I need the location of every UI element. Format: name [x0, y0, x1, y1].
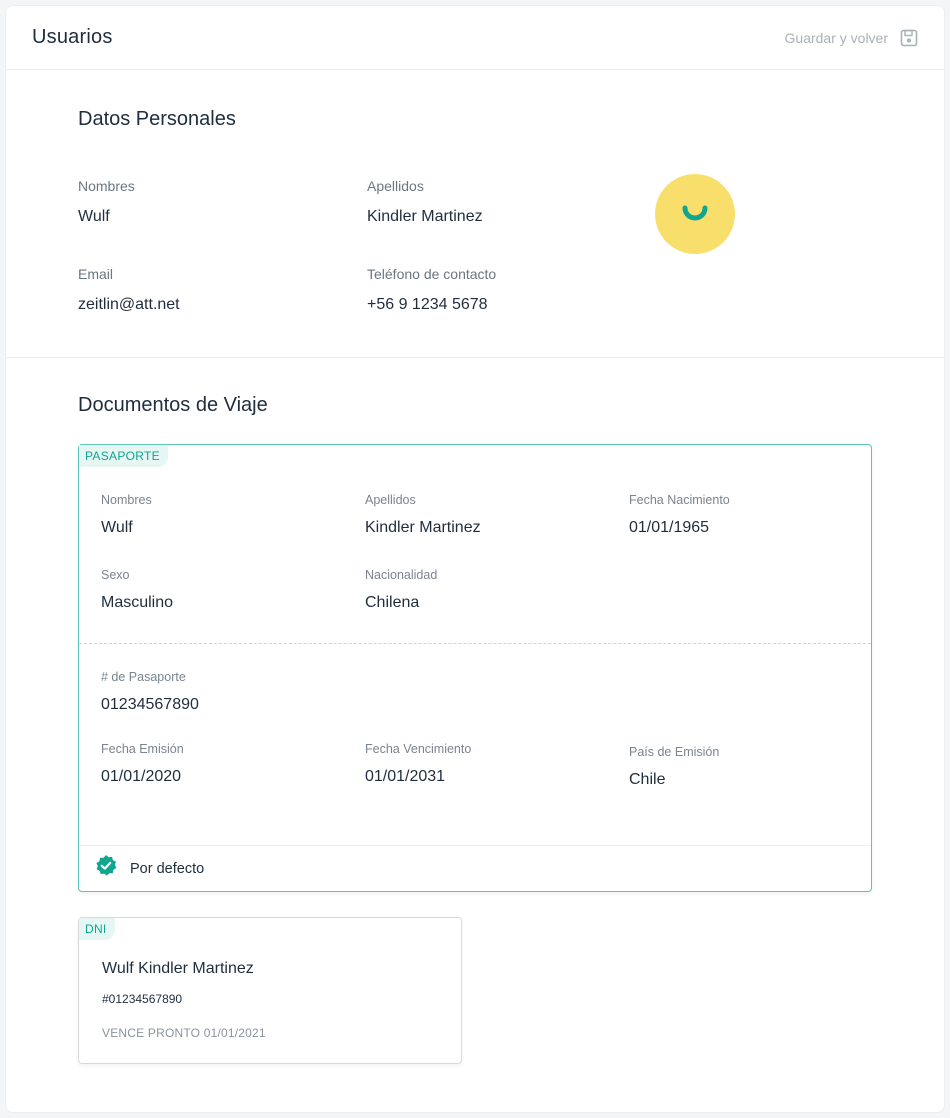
passport-expiry-date-value: 01/01/2031 [365, 768, 446, 785]
passport-birthdate-value: 01/01/1965 [629, 519, 710, 536]
save-and-return-button[interactable]: Guardar y volver [785, 29, 918, 47]
user-detail-page: Usuarios Guardar y volver Datos Personal… [5, 5, 945, 1113]
email-label: Email [78, 266, 114, 282]
passport-issue-date-value: 01/01/2020 [101, 768, 182, 785]
passport-first-name-value: Wulf [101, 519, 133, 536]
passport-last-name-value: Kindler Martinez [365, 519, 481, 536]
passport-nationality-label: Nacionalidad [365, 568, 438, 582]
smile-icon [675, 192, 715, 237]
first-name-label: Nombres [78, 178, 135, 194]
passport-sex-label: Sexo [101, 568, 130, 582]
travel-documents-section: Documentos de Viaje PASAPORTE Nombres Wu… [6, 358, 944, 1112]
dni-expiry-notice: VENCE PRONTO 01/01/2021 [102, 1026, 266, 1040]
last-name-value: Kindler Martinez [367, 208, 483, 225]
passport-issuing-country-value: Chile [629, 771, 666, 788]
dni-holder-name: Wulf Kindler Martinez [102, 960, 254, 977]
avatar[interactable] [655, 174, 735, 254]
passport-tag: PASAPORTE [79, 445, 168, 467]
passport-card-footer: Por defecto [79, 845, 871, 891]
travel-documents-title: Documentos de Viaje [78, 394, 268, 416]
last-name-label: Apellidos [367, 178, 424, 194]
passport-birthdate-label: Fecha Nacimiento [629, 493, 730, 507]
dashed-divider [79, 643, 871, 644]
verified-badge-icon [94, 854, 118, 883]
passport-number-label: # de Pasaporte [101, 670, 186, 684]
passport-sex-value: Masculino [101, 594, 174, 611]
dni-number: #01234567890 [102, 992, 183, 1006]
page-header: Usuarios Guardar y volver [6, 6, 944, 70]
dni-tag: DNI [79, 918, 115, 940]
passport-issue-date-label: Fecha Emisión [101, 742, 184, 756]
page-title: Usuarios [32, 26, 113, 48]
email-value: zeitlin@att.net [78, 296, 180, 313]
floppy-disk-icon [900, 29, 918, 47]
dni-card[interactable]: DNI Wulf Kindler Martinez #01234567890 V… [78, 917, 462, 1064]
save-and-return-label: Guardar y volver [784, 29, 888, 46]
passport-last-name-label: Apellidos [365, 493, 416, 507]
phone-value: +56 9 1234 5678 [367, 296, 488, 313]
default-label: Por defecto [130, 860, 205, 877]
passport-card[interactable]: PASAPORTE Nombres Wulf Apellidos Kindler… [78, 444, 872, 892]
passport-issuing-country-label: País de Emisión [629, 745, 720, 759]
first-name-value: Wulf [78, 208, 110, 225]
phone-label: Teléfono de contacto [367, 266, 497, 282]
personal-data-title: Datos Personales [78, 108, 236, 130]
personal-data-section: Datos Personales Nombres Wulf Apellidos … [6, 70, 944, 358]
passport-number-value: 01234567890 [101, 696, 199, 713]
passport-expiry-date-label: Fecha Vencimiento [365, 742, 472, 756]
passport-nationality-value: Chilena [365, 594, 420, 611]
passport-first-name-label: Nombres [101, 493, 152, 507]
